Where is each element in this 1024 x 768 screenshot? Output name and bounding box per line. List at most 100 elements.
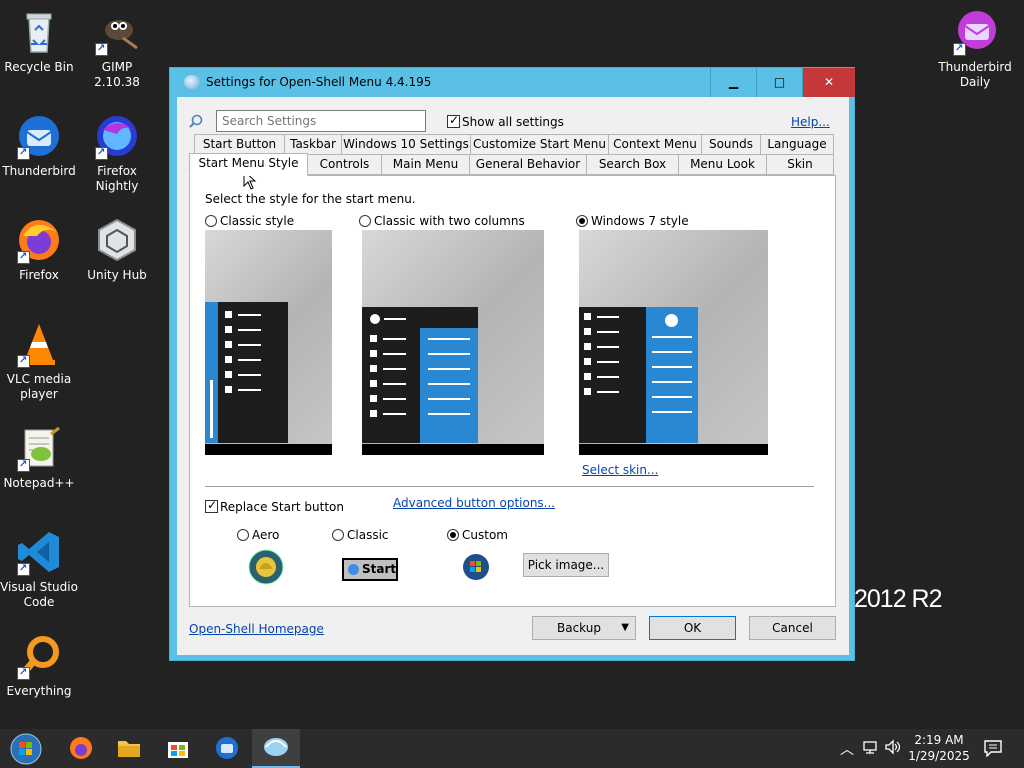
taskbar-open-shell-settings[interactable] — [252, 729, 300, 768]
desktop-icon-notepadpp[interactable]: Notepad++ — [0, 424, 78, 491]
option-button-classic[interactable]: Classic — [332, 527, 389, 542]
desktop-icon-label: Unity Hub — [87, 268, 147, 282]
tab-language[interactable]: Language — [760, 134, 834, 155]
thunderbird-daily-icon — [951, 8, 999, 56]
minimize-button[interactable]: ▁ — [710, 68, 756, 97]
tab-menu-look[interactable]: Menu Look — [678, 154, 767, 175]
tab-customize-start-menu[interactable]: Customize Start Menu — [470, 134, 609, 155]
menu-item-line — [383, 398, 406, 400]
preview-classic-style[interactable] — [205, 230, 332, 455]
tab-controls[interactable]: Controls — [307, 154, 382, 175]
store-icon — [168, 742, 188, 758]
custom-start-orb-icon — [462, 553, 490, 581]
preview-windows-7-style[interactable] — [579, 230, 768, 455]
tab-main-menu[interactable]: Main Menu — [381, 154, 470, 175]
tab-search-box[interactable]: Search Box — [586, 154, 679, 175]
tab-skin[interactable]: Skin — [766, 154, 834, 175]
taskbar-store[interactable] — [154, 729, 202, 768]
menu-item-line — [652, 351, 692, 353]
checkbox-box[interactable] — [447, 113, 460, 128]
menu-item-icon — [584, 313, 591, 320]
start-orb-icon — [10, 733, 42, 765]
menu-item-line — [238, 329, 261, 331]
menu-item-line — [652, 411, 692, 413]
radio-button[interactable] — [359, 214, 371, 227]
title-bar[interactable]: Settings for Open-Shell Menu 4.4.195 ▁ □… — [170, 68, 855, 97]
maximize-button[interactable]: □ — [756, 68, 802, 97]
open-shell-homepage-link[interactable]: Open-Shell Homepage — [189, 622, 324, 636]
replace-start-button-checkbox[interactable]: Replace Start button — [205, 498, 344, 514]
show-hidden-icons-chevron-icon[interactable]: ︿ — [840, 739, 854, 759]
desktop-icon-vlc[interactable]: VLC media player — [0, 320, 78, 402]
close-button[interactable]: ✕ — [802, 68, 855, 97]
radio-button[interactable] — [237, 528, 249, 541]
option-button-aero[interactable]: Aero — [237, 527, 279, 542]
show-all-label: Show all settings — [462, 114, 564, 129]
radio-button[interactable] — [447, 528, 459, 541]
menu-item-line — [597, 331, 619, 333]
desktop-icon-label: Thunderbird — [2, 164, 76, 178]
firefox-icon — [70, 737, 92, 759]
start-button[interactable] — [2, 729, 50, 768]
desktop-icon-unity-hub[interactable]: Unity Hub — [78, 216, 156, 283]
network-icon[interactable] — [862, 739, 878, 759]
desktop-icon-vscode[interactable]: Visual Studio Code — [0, 528, 78, 610]
taskbar-file-explorer[interactable] — [105, 729, 153, 768]
tab-taskbar[interactable]: Taskbar — [284, 134, 342, 155]
desktop-icon-everything[interactable]: Everything — [0, 632, 78, 699]
volume-icon[interactable] — [884, 739, 902, 759]
clock-time: 2:19 AM — [914, 733, 964, 747]
backup-button[interactable]: Backup ▼ — [532, 616, 636, 640]
cancel-button[interactable]: Cancel — [749, 616, 836, 640]
taskbar-firefox[interactable] — [57, 729, 105, 768]
help-link[interactable]: Help... — [791, 115, 830, 129]
tab-sounds[interactable]: Sounds — [701, 134, 761, 155]
desktop-icon-firefox[interactable]: Firefox — [0, 216, 78, 283]
taskbar-thunderbird[interactable] — [203, 729, 251, 768]
unity-hub-icon — [93, 216, 141, 264]
menu-item-line — [428, 413, 470, 415]
tab-context-menu[interactable]: Context Menu — [608, 134, 702, 155]
radio-button[interactable] — [576, 214, 588, 227]
desktop-icon-label: Notepad++ — [3, 476, 75, 490]
option-windows-7-style[interactable]: Windows 7 style — [576, 213, 689, 228]
tab-start-menu-style[interactable]: Start Menu Style — [189, 153, 308, 176]
radio-button[interactable] — [205, 214, 217, 227]
tab-general-behavior[interactable]: General Behavior — [469, 154, 587, 175]
aero-shell-icon — [248, 549, 284, 585]
advanced-button-options-link[interactable]: Advanced button options... — [393, 496, 555, 510]
option-label: Classic — [347, 527, 389, 542]
classic-start-preview: Start — [342, 558, 398, 581]
option-button-custom[interactable]: Custom — [447, 527, 508, 542]
menu-item-icon — [225, 341, 232, 348]
desktop-icon-firefox-nightly[interactable]: Firefox Nightly — [78, 112, 156, 194]
taskbar-clock[interactable]: 2:19 AM 1/29/2025 — [902, 732, 976, 764]
option-label: Classic with two columns — [374, 213, 525, 228]
settings-client-area: Show all settings Help... Start Button T… — [177, 97, 849, 655]
checkbox-box[interactable] — [205, 498, 218, 513]
option-classic-style[interactable]: Classic style — [205, 213, 294, 228]
tab-windows-10-settings[interactable]: Windows 10 Settings — [341, 134, 471, 155]
ok-button[interactable]: OK — [649, 616, 736, 640]
desktop-icon-thunderbird-daily[interactable]: Thunderbird Daily — [936, 8, 1014, 90]
pick-image-button[interactable]: Pick image... — [523, 553, 609, 577]
desktop-icon-recycle-bin[interactable]: Recycle Bin — [0, 8, 78, 75]
preview-classic-two-columns[interactable] — [362, 230, 544, 455]
desktop-icon-gimp[interactable]: GIMP 2.10.38 — [78, 8, 156, 90]
menu-item-line — [383, 353, 406, 355]
option-classic-two-columns[interactable]: Classic with two columns — [359, 213, 525, 228]
radio-button[interactable] — [332, 528, 344, 541]
classic-start-text: Start — [362, 562, 397, 576]
select-skin-link[interactable]: Select skin... — [582, 463, 658, 477]
menu-item-line — [238, 314, 261, 316]
menu-item-line — [384, 318, 406, 320]
menu-item-line — [238, 359, 261, 361]
action-center-icon[interactable] — [983, 739, 1003, 761]
menu-item-line — [597, 376, 619, 378]
desktop-icon-thunderbird[interactable]: Thunderbird — [0, 112, 78, 179]
tab-start-button[interactable]: Start Button — [194, 134, 285, 155]
show-all-settings-checkbox[interactable]: Show all settings — [447, 113, 564, 129]
desktop-icon-label: Visual Studio Code — [0, 580, 78, 609]
search-settings-input[interactable] — [216, 110, 426, 132]
clock-date: 1/29/2025 — [908, 749, 970, 763]
